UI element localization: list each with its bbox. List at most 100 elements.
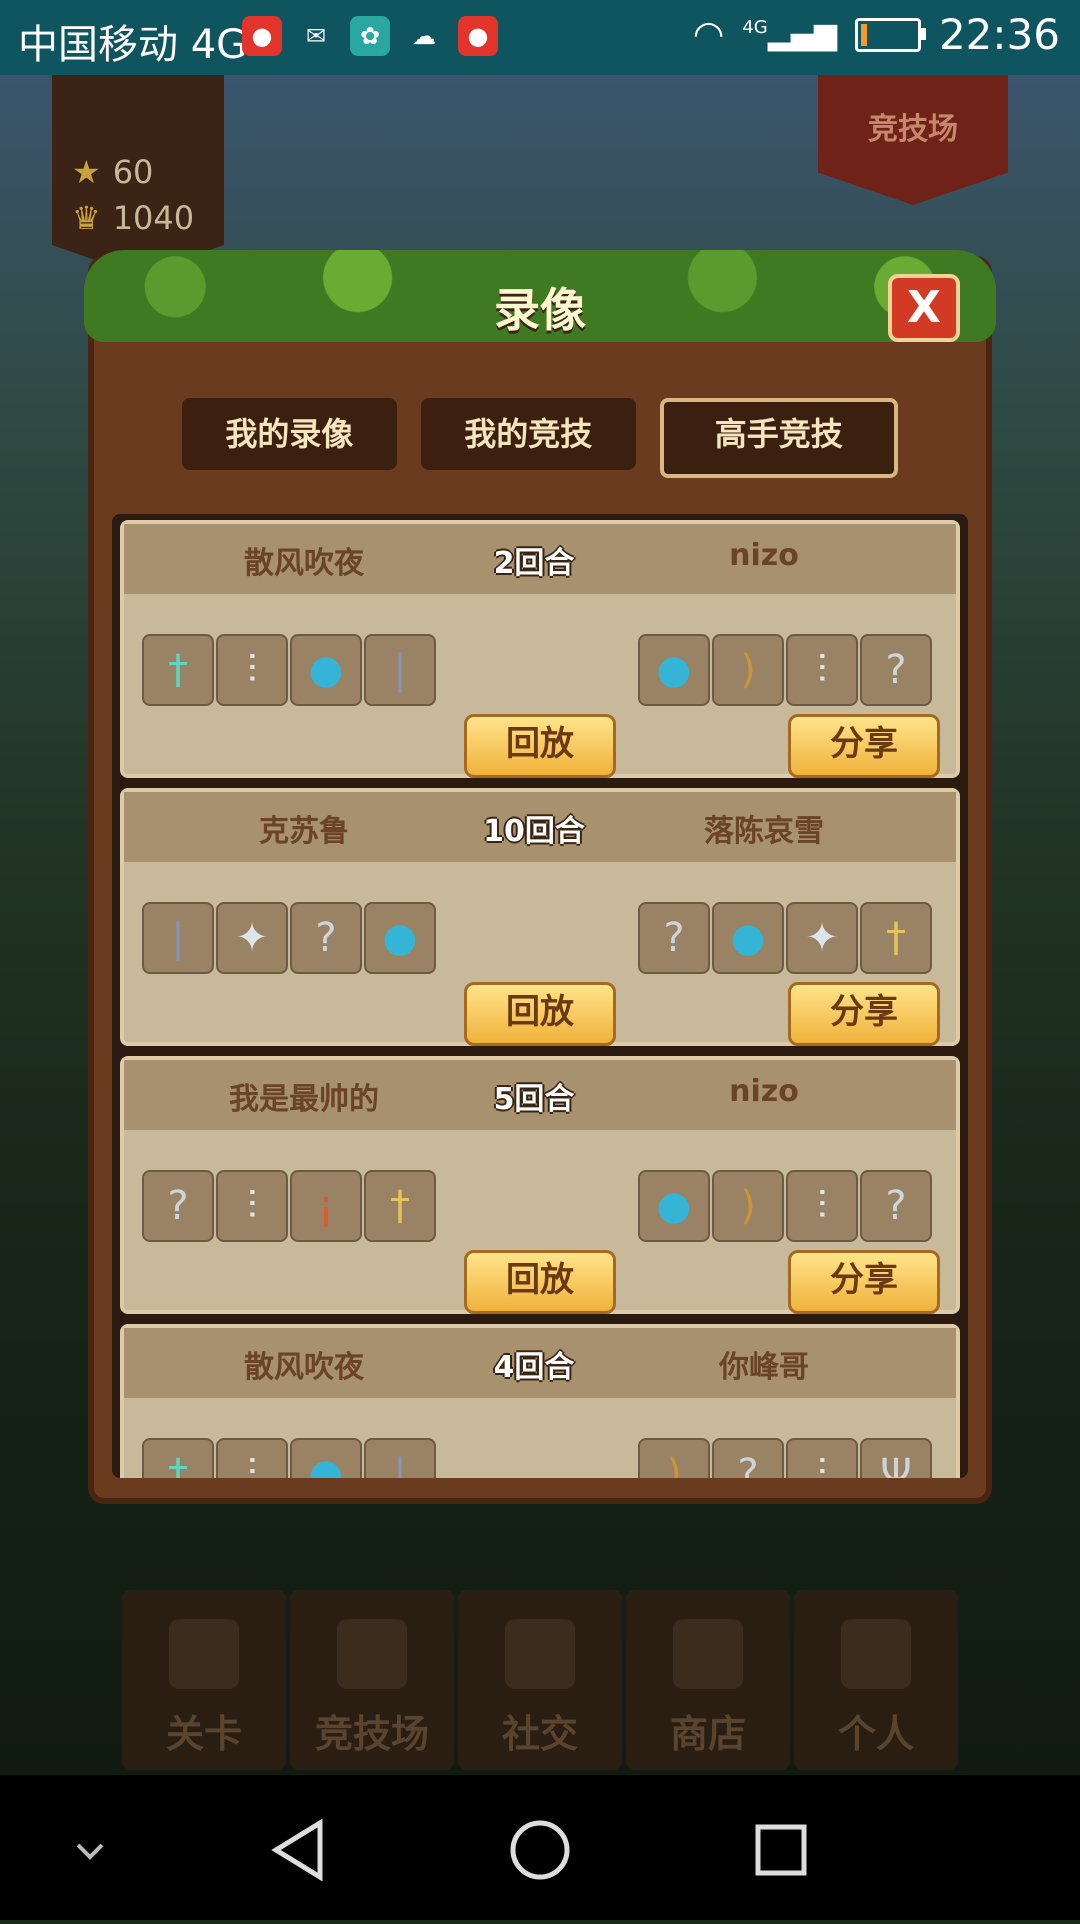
signal-icon: 4G▂▄▆ [742,17,837,52]
dialog-title: 录像 [494,283,586,337]
rounds-count: 2回合 [493,546,575,581]
tab-my-arena[interactable]: 我的竞技 [420,398,636,470]
replay-button[interactable]: 回放 [464,714,616,778]
twin-daggers-icon: ⫶ [216,634,288,706]
fire-staff-icon: ¡ [290,1170,362,1242]
sword-icon [673,1619,743,1689]
game-bottom-nav: 关卡 竞技场 社交 商店 个人 [122,1590,958,1770]
rounds-count: 4回合 [493,1350,575,1385]
right-equipment: ? ● ✦ † [638,902,932,974]
recents-icon[interactable] [755,1824,807,1876]
long-dagger-icon: | [364,1438,436,1478]
bow-icon: ) [638,1438,710,1478]
crystal-sword-icon: † [142,634,214,706]
replay-record: 我是最帅的 5回合 nizo ? ⫶ ¡ † ● ) ⫶ ? 回放 分享 [120,1056,960,1314]
home-icon[interactable] [510,1820,570,1880]
share-button[interactable]: 分享 [788,1250,940,1314]
blue-orb-icon: ● [712,902,784,974]
nav-social[interactable]: 社交 [458,1590,622,1770]
star-icon: ★ [72,153,101,191]
grid-icon [169,1619,239,1689]
nav-social-label: 社交 [501,1712,578,1756]
hook-staff-icon: ? [638,902,710,974]
twin-daggers-icon: ⫶ [786,634,858,706]
close-button[interactable]: X [888,274,960,342]
rounds-count: 10回合 [483,814,585,849]
hook-staff-icon: ? [290,902,362,974]
share-button[interactable]: 分享 [788,982,940,1046]
left-player-name: 散风吹夜 [244,546,364,581]
long-dagger-icon: | [142,902,214,974]
replay-button[interactable]: 回放 [464,1250,616,1314]
blue-orb-icon: ● [638,634,710,706]
trophies-count: 1040 [112,199,195,237]
bow-icon: ) [712,1170,784,1242]
tab-my-replays[interactable]: 我的录像 [182,398,397,470]
left-player-name: 克苏鲁 [259,814,349,849]
hook-staff-icon: ? [860,634,932,706]
battery-icon [854,17,926,52]
carrier-label: 中国移动 4G [18,22,248,68]
right-equipment: ● ) ⫶ ? [638,634,932,706]
replay-record: 散风吹夜 2回合 nizo † ⫶ ● | ● ) ⫶ ? 回放 分享 [120,520,960,778]
podium-icon [337,1619,407,1689]
blue-orb-icon: ● [290,1438,362,1478]
replay-dialog: 录像 X 我的录像 我的竞技 高手竞技 散风吹夜 2回合 nizo † ⫶ ● … [84,250,996,1498]
clock: 22:36 [938,10,1060,59]
shuriken-icon: ✦ [786,902,858,974]
tab-bar: 我的录像 我的竞技 高手竞技 [182,398,899,478]
golden-sword-icon: † [860,902,932,974]
huawei-icon: ✿ [350,16,390,56]
shuriken-icon: ✦ [216,902,288,974]
app-red-icon: ● [458,16,498,56]
crystal-sword-icon: † [142,1438,214,1478]
right-player-name: nizo [729,538,799,573]
chat-icon [505,1619,575,1689]
replay-button[interactable]: 回放 [464,982,616,1046]
nav-levels[interactable]: 关卡 [122,1590,286,1770]
twin-daggers-icon: ⫶ [786,1438,858,1478]
left-player-name: 散风吹夜 [244,1350,364,1385]
blue-orb-icon: ● [290,634,362,706]
left-equipment: † ⫶ ● | [142,1438,436,1478]
house-icon [841,1619,911,1689]
back-icon[interactable] [271,1818,323,1882]
nav-shop[interactable]: 商店 [626,1590,790,1770]
replay-list[interactable]: 散风吹夜 2回合 nizo † ⫶ ● | ● ) ⫶ ? 回放 分享 克苏鲁 … [112,514,968,1478]
right-equipment: ) ? ⫶ Ψ [638,1438,932,1478]
left-equipment: | ✦ ? ● [142,902,436,974]
hook-staff-icon: ? [860,1170,932,1242]
left-player-name: 我是最帅的 [229,1082,379,1117]
nav-arena[interactable]: 竞技场 [290,1590,454,1770]
trident-icon: Ψ [860,1438,932,1478]
player-banner: ★ 60 ♛ 1040 [52,75,224,275]
replay-record: 克苏鲁 10回合 落陈哀雪 | ✦ ? ● ? ● ✦ † 回放 分享 [120,788,960,1046]
system-nav-icons [76,1818,807,1882]
hook-staff-icon: ? [142,1170,214,1242]
replay-record: 散风吹夜 4回合 你峰哥 † ⫶ ● | ) ? ⫶ Ψ 回放 分享 [120,1324,960,1478]
hook-staff-icon: ? [712,1438,784,1478]
tab-expert-arena[interactable]: 高手竞技 [659,398,899,478]
right-equipment: ● ) ⫶ ? [638,1170,932,1242]
nav-shop-label: 商店 [669,1712,746,1756]
twin-daggers-icon: ⫶ [216,1438,288,1478]
status-bar: 中国移动 4G ● ✉ ✿ ☁ ● ◠ 4G▂▄▆ 22:36 [0,0,1080,75]
nav-profile[interactable]: 个人 [794,1590,958,1770]
app-red-icon: ● [242,16,282,56]
long-dagger-icon: | [364,634,436,706]
left-equipment: ? ⫶ ¡ † [142,1170,436,1242]
nav-levels-label: 关卡 [165,1712,242,1756]
right-player-name: nizo [729,1074,799,1109]
collapse-icon[interactable] [76,1843,104,1860]
nav-arena-label: 竞技场 [314,1712,429,1756]
blue-orb-icon: ● [638,1170,710,1242]
right-player-name: 你峰哥 [719,1350,809,1385]
bow-icon: ) [712,634,784,706]
cloud-icon: ☁ [412,22,436,50]
stars-count: 60 [112,153,154,191]
share-button[interactable]: 分享 [788,714,940,778]
wifi-icon: ◠ [692,14,725,55]
system-nav-bar [0,1775,1080,1920]
notification-icons: ● ✉ ✿ ☁ ● [242,16,498,56]
right-player-name: 落陈哀雪 [704,814,824,849]
